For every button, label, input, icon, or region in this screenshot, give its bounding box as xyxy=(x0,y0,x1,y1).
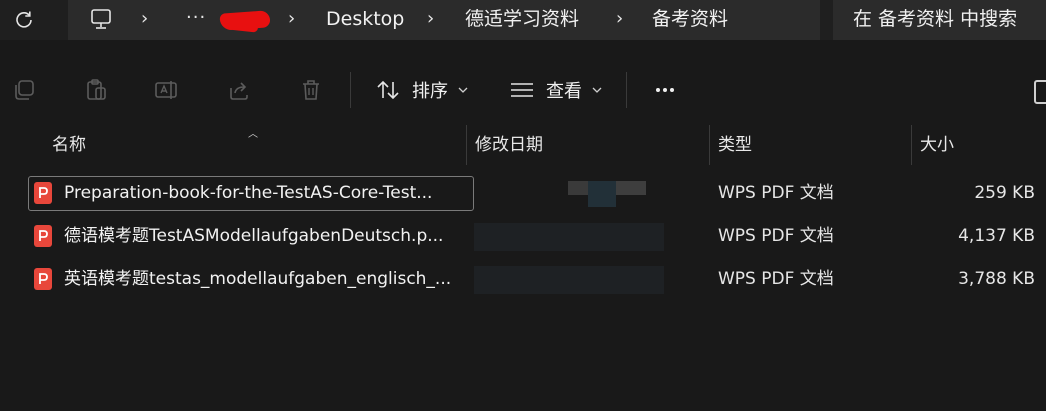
file-size: 3,788 KB xyxy=(958,269,1035,289)
view-list-icon xyxy=(511,83,533,97)
pdf-file-icon xyxy=(34,225,52,247)
share-icon xyxy=(230,82,248,100)
breadcrumb-current-folder[interactable]: 备考资料 xyxy=(652,0,728,40)
sort-label: 排序 xyxy=(412,81,448,102)
redacted-date xyxy=(588,181,616,207)
rename-button[interactable] xyxy=(153,76,181,104)
column-name[interactable]: 名称 xyxy=(52,125,86,165)
this-pc-icon xyxy=(91,9,111,29)
file-size: 259 KB xyxy=(974,183,1035,203)
paste-button[interactable] xyxy=(82,76,110,104)
column-header-row: ︿ 名称 修改日期 类型 大小 xyxy=(0,125,1046,165)
copy-button[interactable] xyxy=(10,76,38,104)
breadcrumb-separator: › xyxy=(616,8,624,29)
sort-icon xyxy=(377,80,399,100)
redacted-date xyxy=(474,223,664,251)
share-button[interactable] xyxy=(225,76,253,104)
more-dot-icon xyxy=(670,88,674,92)
details-pane-button[interactable] xyxy=(1034,80,1046,104)
trash-icon xyxy=(303,80,319,100)
view-label: 查看 xyxy=(546,81,582,102)
file-name: 德语模考题TestASModellaufgabenDeutsch.p... xyxy=(64,226,444,246)
column-divider[interactable] xyxy=(911,125,912,165)
paste-icon xyxy=(87,79,106,100)
breadcrumb-folder[interactable]: 德适学习资料 xyxy=(465,0,579,40)
refresh-button[interactable] xyxy=(8,4,40,34)
rename-icon xyxy=(155,81,177,99)
file-type: WPS PDF 文档 xyxy=(718,226,834,246)
address-bar[interactable]: › ··· › Desktop › 德适学习资料 › 备考资料 xyxy=(68,0,820,40)
breadcrumb-separator: › xyxy=(288,8,296,29)
column-size[interactable]: 大小 xyxy=(920,125,954,165)
file-row[interactable]: 德语模考题TestASModellaufgabenDeutsch.p... WP… xyxy=(28,219,1046,255)
toolbar-divider xyxy=(350,72,351,108)
column-modified[interactable]: 修改日期 xyxy=(475,125,543,165)
command-bar: 排序 查看 xyxy=(0,52,1046,124)
column-divider[interactable] xyxy=(709,125,710,165)
redacted-date xyxy=(568,181,588,195)
sort-button[interactable]: 排序 xyxy=(376,74,468,106)
file-row[interactable]: Preparation-book-for-the-TestAS-Core-Tes… xyxy=(28,176,1046,212)
view-button[interactable]: 查看 xyxy=(510,74,602,106)
breadcrumb-separator: › xyxy=(427,8,435,29)
chevron-down-icon xyxy=(592,87,602,93)
file-type: WPS PDF 文档 xyxy=(718,183,834,203)
copy-icon xyxy=(15,80,34,100)
file-name: 英语模考题testas_modellaufgaben_englisch_... xyxy=(64,269,452,289)
file-type: WPS PDF 文档 xyxy=(718,269,834,289)
redacted-date xyxy=(616,181,646,195)
refresh-icon xyxy=(16,11,32,28)
address-bar-row: › ··· › Desktop › 德适学习资料 › 备考资料 在 备考资料 中… xyxy=(0,0,1046,40)
column-type[interactable]: 类型 xyxy=(718,125,752,165)
chevron-down-icon xyxy=(458,87,468,93)
toolbar-divider xyxy=(626,72,627,108)
more-options-button[interactable] xyxy=(650,74,680,106)
breadcrumb-separator: › xyxy=(141,8,149,29)
sort-direction-icon: ︿ xyxy=(248,129,258,140)
delete-button[interactable] xyxy=(297,76,325,104)
redaction-mark xyxy=(227,20,259,33)
more-dot-icon xyxy=(656,88,660,92)
column-divider[interactable] xyxy=(466,125,467,165)
search-placeholder: 在 备考资料 中搜索 xyxy=(853,8,1018,30)
file-size: 4,137 KB xyxy=(958,226,1035,246)
file-name: Preparation-book-for-the-TestAS-Core-Tes… xyxy=(64,183,433,203)
pdf-file-icon xyxy=(34,182,52,204)
redacted-date xyxy=(474,266,664,294)
search-box[interactable]: 在 备考资料 中搜索 xyxy=(833,0,1046,40)
breadcrumb-desktop[interactable]: Desktop xyxy=(326,0,404,40)
file-row[interactable]: 英语模考题testas_modellaufgaben_englisch_... … xyxy=(28,262,1046,298)
pdf-file-icon xyxy=(34,268,52,290)
breadcrumb-overflow[interactable]: ··· xyxy=(186,0,206,40)
more-dot-icon xyxy=(663,88,667,92)
